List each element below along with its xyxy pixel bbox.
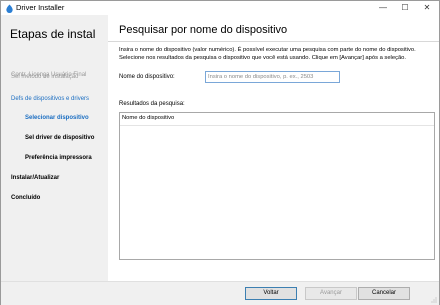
step-printer-preferences: Preferência impressora bbox=[25, 155, 92, 161]
window-title: Driver Installer bbox=[16, 3, 65, 12]
device-name-label: Nome do dispositivo: bbox=[119, 74, 175, 80]
next-button[interactable]: Avançar bbox=[305, 287, 357, 300]
minimize-button[interactable]: — bbox=[375, 1, 391, 15]
step-complete: Concluído bbox=[11, 195, 41, 201]
steps-sidebar: Etapas de instal Contr. Licença Usuário … bbox=[1, 15, 108, 281]
main-panel: Pesquisar por nome do dispositivo Insira… bbox=[108, 15, 439, 281]
search-results-label: Resultados da pesquisa: bbox=[119, 101, 185, 107]
title-bar[interactable]: Driver Installer — ☐ ✕ bbox=[1, 1, 439, 15]
cancel-button[interactable]: Cancelar bbox=[358, 287, 410, 300]
step-install-method: Sel método de instalação bbox=[11, 74, 79, 80]
maximize-button[interactable]: ☐ bbox=[397, 1, 413, 15]
app-icon bbox=[6, 4, 13, 13]
title-divider bbox=[108, 41, 439, 42]
step-select-driver: Sel driver de dispositivo bbox=[25, 135, 95, 141]
resize-grip-icon[interactable] bbox=[431, 297, 437, 303]
button-bar: Voltar Avançar Cancelar bbox=[1, 281, 439, 305]
search-results-list[interactable]: Nome do dispositivo bbox=[119, 112, 435, 260]
step-device-driver-settings: Defs de dispositivos e drivers bbox=[11, 96, 90, 102]
results-column-header[interactable]: Nome do dispositivo bbox=[122, 115, 174, 121]
step-select-device: Selecionar dispositivo bbox=[25, 115, 89, 121]
device-name-input[interactable] bbox=[205, 71, 340, 83]
instructions-text: Insira o nome do dispositivo (valor numé… bbox=[119, 47, 416, 61]
installer-window: Driver Installer — ☐ ✕ Etapas de instal … bbox=[0, 0, 440, 305]
step-install-update: Instalar/Atualizar bbox=[11, 175, 60, 181]
page-title: Pesquisar por nome do dispositivo bbox=[119, 24, 288, 36]
back-button[interactable]: Voltar bbox=[245, 287, 297, 300]
results-header-divider bbox=[120, 125, 434, 126]
sidebar-title: Etapas de instal bbox=[10, 27, 96, 41]
close-button[interactable]: ✕ bbox=[419, 1, 435, 15]
